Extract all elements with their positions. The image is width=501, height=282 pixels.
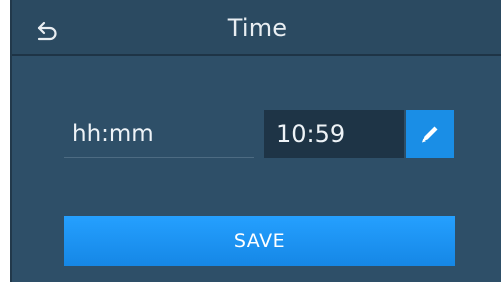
screen: Time hh:mm 10:59 SAVE (0, 0, 501, 282)
time-settings-panel: Time hh:mm 10:59 SAVE (10, 0, 501, 282)
back-arrow-icon (37, 21, 57, 41)
header-bar: Time (12, 0, 501, 56)
edit-time-button[interactable] (406, 110, 454, 158)
time-value-field[interactable]: 10:59 (264, 110, 404, 158)
time-format-label: hh:mm (64, 110, 254, 158)
pencil-icon (422, 126, 438, 143)
save-button[interactable]: SAVE (64, 216, 455, 266)
page-title: Time (227, 14, 288, 42)
back-button[interactable] (26, 10, 66, 48)
